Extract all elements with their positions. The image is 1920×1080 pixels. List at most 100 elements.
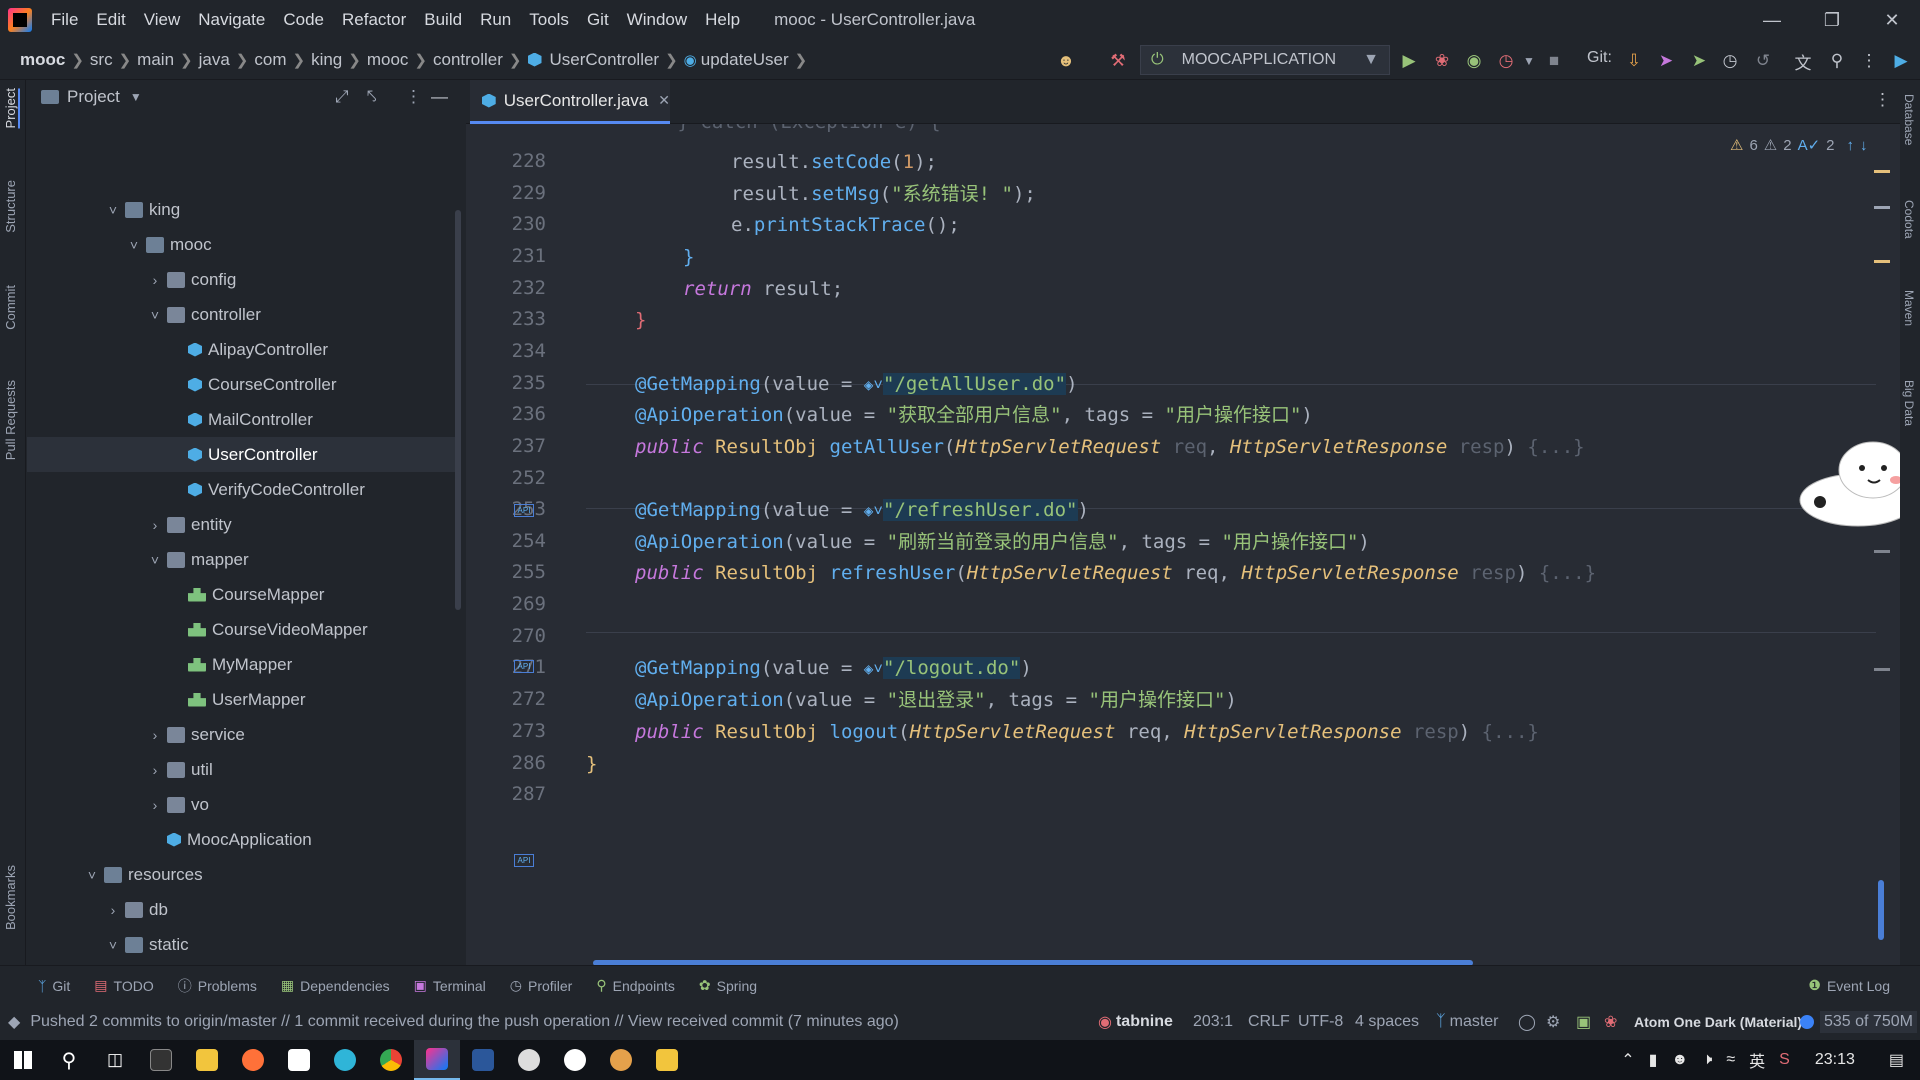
tab-codota[interactable]: Codota [1902,200,1916,239]
app-d-icon[interactable] [644,1040,690,1080]
breadcrumb-main[interactable]: main [133,50,178,70]
error-stripe-mark[interactable] [1874,550,1890,553]
folded-code[interactable]: {...} [1539,562,1596,584]
debug-bug-icon[interactable]: ❀ [1431,50,1453,72]
tray-expand-icon[interactable]: ⌃ [1614,1050,1641,1070]
toolwindow-endpoints[interactable]: ⚲ Endpoints [584,977,687,994]
chevron-down-icon[interactable]: ˅ [147,307,163,323]
tree-item[interactable]: › vo [27,787,457,822]
tree-item[interactable]: CourseMapper [27,577,457,612]
git-history-icon[interactable]: ◷ [1719,50,1741,72]
status-toggle-icon[interactable]: ◆ [8,1012,20,1032]
file-encoding[interactable]: UTF-8 [1298,1013,1343,1031]
inspector-icon[interactable]: ⚙ [1546,1012,1560,1032]
tab-big-data[interactable]: Big Data [1902,380,1916,426]
breadcrumb-class[interactable]: UserController [546,50,664,70]
intellij-taskbar-icon[interactable] [414,1040,460,1080]
tab-pull-requests[interactable]: Pull Requests [3,380,18,460]
tree-item[interactable]: ˅ static [27,927,457,962]
store-icon[interactable] [276,1040,322,1080]
toolwindow-event-log[interactable]: ❶ Event Log [1796,977,1902,994]
line-separator[interactable]: CRLF [1248,1013,1290,1031]
folded-code[interactable]: {...} [1527,436,1584,458]
tab-project[interactable]: Project [3,88,20,129]
tree-item[interactable]: › config [27,262,457,297]
tab-menu-icon[interactable]: ⋮ [1874,90,1891,110]
tray-app-icon[interactable]: ☻ [1664,1051,1695,1069]
chevron-down-icon[interactable]: ˅ [105,202,121,218]
hide-panel-icon[interactable]: — [431,87,448,107]
app-g-icon[interactable] [598,1040,644,1080]
next-highlight-icon[interactable]: ↓ [1860,137,1868,154]
tabnine-status[interactable]: ◉ tabnine [1098,1012,1173,1032]
run-icon[interactable]: ▶ [1398,50,1420,72]
tab-bookmarks[interactable]: Bookmarks [3,865,18,930]
error-stripe-mark[interactable] [1874,668,1890,671]
memory-indicator[interactable]: 535 of 750M [1820,1011,1917,1033]
tree-item[interactable]: MailController [27,402,457,437]
toolwindow-terminal[interactable]: ▣ Terminal [402,977,498,994]
word-icon[interactable] [460,1040,506,1080]
tree-scrollbar[interactable] [455,210,461,610]
edge-icon[interactable] [322,1040,368,1080]
jetbrains-toolbox-icon[interactable]: ▶ [1890,50,1912,72]
menu-view[interactable]: View [135,10,190,30]
web-endpoint-icon[interactable]: ◈˅ [864,659,883,678]
chevron-down-icon[interactable]: ˅ [105,937,121,953]
cursor-position[interactable]: 203:1 [1193,1013,1233,1031]
notification-icon[interactable]: ▤ [1873,1050,1920,1070]
tab-structure[interactable]: Structure [3,180,18,233]
menu-help[interactable]: Help [696,10,749,30]
git-commit-icon[interactable]: ➤ [1655,50,1677,72]
git-branch-status[interactable]: ᛉ master [1436,1013,1499,1031]
tab-commit[interactable]: Commit [3,285,18,330]
wifi-icon[interactable]: ≈ [1719,1051,1742,1069]
tab-usercontroller[interactable]: UserController.java ✕ [470,80,670,124]
chevron-right-icon[interactable]: › [147,517,163,533]
git-update-icon[interactable]: ⇩ [1623,50,1645,72]
tree-item[interactable]: › entity [27,507,457,542]
chevron-right-icon[interactable]: › [105,902,121,918]
tree-item[interactable]: ˅ mooc [27,227,457,262]
profiler-icon[interactable]: ◷ [1495,50,1517,72]
api-marker-icon[interactable]: API [514,854,534,867]
menu-refactor[interactable]: Refactor [333,10,415,30]
menu-code[interactable]: Code [274,10,333,30]
lock-icon[interactable]: ◯ [1518,1012,1536,1032]
tree-item[interactable]: CourseVideoMapper [27,612,457,647]
toolwindow-profiler[interactable]: ◷ Profiler [498,977,585,994]
menu-file[interactable]: File [42,10,87,30]
toolwindow-todo[interactable]: ▤ TODO [82,977,165,994]
tree-item[interactable]: ˅ mapper [27,542,457,577]
indent-setting[interactable]: 4 spaces [1355,1013,1419,1031]
tree-item[interactable]: MoocApplication [27,822,457,857]
run-more-arrow-icon[interactable]: ▼ [1518,50,1540,72]
restore-icon[interactable]: ❐ [1802,0,1862,40]
breadcrumb-com[interactable]: com [250,50,290,70]
breadcrumb-method[interactable]: updateUser [697,50,793,70]
chevron-down-icon[interactable]: ˅ [126,237,142,253]
build-hammer-icon[interactable]: ⚒ [1107,50,1129,72]
app-icon[interactable] [506,1040,552,1080]
git-push-icon[interactable]: ➤ [1688,50,1710,72]
toolwindow-git[interactable]: ᛉ Git [26,978,82,994]
bug-icon[interactable]: ❀ [1604,1012,1617,1032]
tree-item[interactable]: › util [27,752,457,787]
tree-item[interactable]: ˅ king [27,192,457,227]
menu-edit[interactable]: Edit [87,10,134,30]
tab-maven[interactable]: Maven [1902,290,1916,326]
menu-build[interactable]: Build [415,10,471,30]
windows-start-icon[interactable] [0,1040,46,1080]
breadcrumb-java[interactable]: java [195,50,234,70]
folded-code[interactable]: {...} [1482,721,1539,743]
terminal-app-icon[interactable] [138,1040,184,1080]
stop-icon[interactable]: ■ [1543,50,1565,72]
firefox-icon[interactable] [230,1040,276,1080]
search-icon[interactable]: ⚲ [1826,50,1848,72]
clock[interactable]: 23:13 [1797,1051,1873,1069]
coverage-icon[interactable]: ◉ [1463,50,1485,72]
error-stripe-mark[interactable] [1874,260,1890,263]
tree-item[interactable]: › service [27,717,457,752]
breadcrumb-king[interactable]: king [307,50,346,70]
breadcrumb-mooc[interactable]: mooc [363,50,413,70]
